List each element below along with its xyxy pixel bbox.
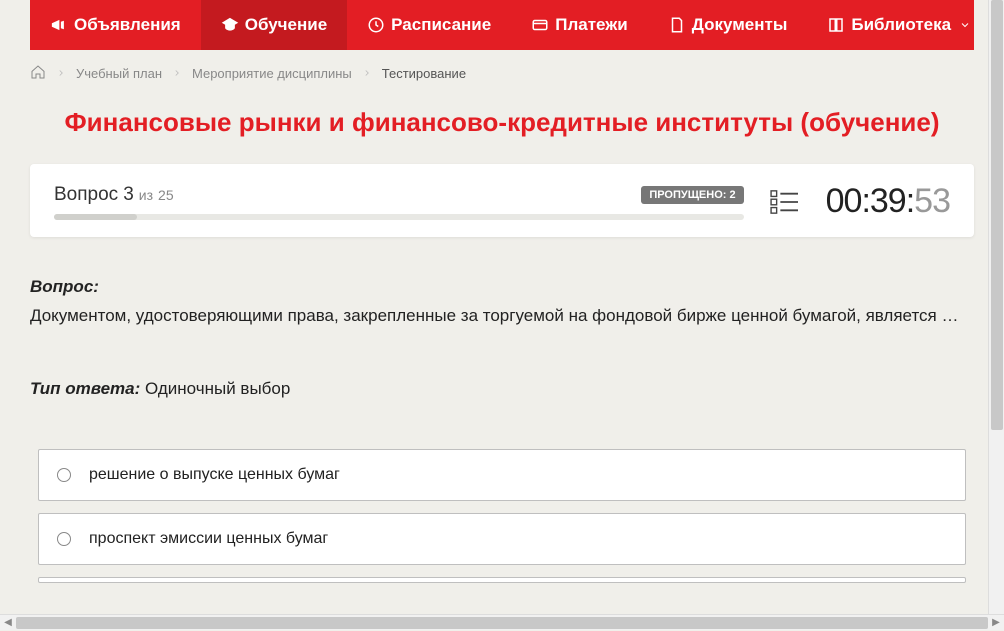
document-icon — [668, 16, 686, 34]
radio-icon — [57, 468, 71, 482]
answer-option[interactable] — [38, 577, 966, 583]
radio-icon — [57, 532, 71, 546]
question-counter: Вопрос 3 из 25 — [54, 184, 174, 206]
question-list-button[interactable] — [768, 185, 802, 219]
answer-text: решение о выпуске ценных бумаг — [89, 466, 340, 484]
answer-type: Тип ответа: Одиночный выбор — [30, 379, 974, 399]
nav-learning[interactable]: Обучение — [201, 0, 347, 50]
skipped-badge: ПРОПУЩЕНО: 2 — [641, 186, 743, 204]
answer-option[interactable]: решение о выпуске ценных бумаг — [38, 449, 966, 501]
chevron-right-icon — [56, 66, 66, 81]
progress-panel: Вопрос 3 из 25 ПРОПУЩЕНО: 2 — [30, 164, 974, 237]
nav-label: Объявления — [74, 15, 181, 35]
timer: 00:39:53 — [826, 182, 950, 221]
clock-icon — [367, 16, 385, 34]
progress-fill — [54, 214, 137, 220]
breadcrumb-current: Тестирование — [382, 66, 466, 81]
answer-option[interactable]: проспект эмиссии ценных бумаг — [38, 513, 966, 565]
breadcrumb-link[interactable]: Учебный план — [76, 66, 162, 81]
chevron-right-icon — [362, 66, 372, 81]
chevron-down-icon — [959, 19, 971, 31]
nav-schedule[interactable]: Расписание — [347, 0, 511, 50]
question-text: Документом, удостоверяющими права, закре… — [30, 303, 974, 329]
nav-announcements[interactable]: Объявления — [30, 0, 201, 50]
book-icon — [827, 16, 845, 34]
answer-text: проспект эмиссии ценных бумаг — [89, 530, 328, 548]
chevron-right-icon — [172, 66, 182, 81]
breadcrumb: Учебный план Мероприятие дисциплины Тест… — [30, 50, 974, 97]
answers-list: решение о выпуске ценных бумаг проспект … — [30, 449, 974, 583]
progress-bar — [54, 214, 744, 220]
nav-label: Библиотека — [851, 15, 951, 35]
home-icon[interactable] — [30, 64, 46, 83]
nav-payments[interactable]: Платежи — [511, 0, 648, 50]
breadcrumb-link[interactable]: Мероприятие дисциплины — [192, 66, 352, 81]
nav-library[interactable]: Библиотека — [807, 0, 991, 50]
nav-label: Документы — [692, 15, 788, 35]
nav-label: Платежи — [555, 15, 628, 35]
nav-label: Расписание — [391, 15, 491, 35]
graduation-cap-icon — [221, 16, 239, 34]
horizontal-scrollbar[interactable]: ◀ ▶ — [0, 614, 1004, 630]
nav-label: Обучение — [245, 15, 327, 35]
nav-documents[interactable]: Документы — [648, 0, 808, 50]
card-icon — [531, 16, 549, 34]
page-title: Финансовые рынки и финансово-кредитные и… — [30, 107, 974, 138]
vertical-scrollbar[interactable] — [988, 0, 1004, 614]
main-nav: Объявления Обучение Расписание Платежи — [30, 0, 974, 50]
question-label: Вопрос: — [30, 277, 974, 297]
megaphone-icon — [50, 16, 68, 34]
